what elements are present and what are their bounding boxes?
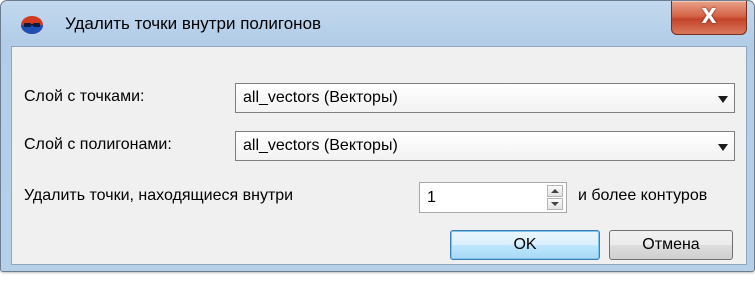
contour-count-spinbox[interactable]: 1 xyxy=(419,182,567,213)
ok-button[interactable]: OK xyxy=(450,230,600,260)
window-title: Удалить точки внутри полигонов xyxy=(65,14,322,33)
delete-points-label: Удалить точки, находящиеся внутри xyxy=(24,187,294,204)
spinbox-buttons xyxy=(547,185,564,210)
cancel-button[interactable]: Отмена xyxy=(609,230,733,260)
app-logo-icon xyxy=(21,16,43,34)
points-layer-label: Слой с точками: xyxy=(24,88,145,105)
contours-suffix-label: и более контуров xyxy=(578,187,708,204)
chevron-down-icon xyxy=(718,96,728,103)
close-button[interactable]: X xyxy=(671,1,747,35)
polygons-layer-dropdown[interactable]: all_vectors (Векторы) xyxy=(235,131,735,161)
points-layer-value: all_vectors (Векторы) xyxy=(243,89,398,106)
polygons-layer-value: all_vectors (Векторы) xyxy=(243,137,398,154)
chevron-down-icon xyxy=(718,144,728,151)
dialog-body: Слой с точками: all_vectors (Векторы) Сл… xyxy=(11,46,747,265)
points-layer-dropdown[interactable]: all_vectors (Векторы) xyxy=(235,83,735,113)
polygons-layer-label: Слой с полигонами: xyxy=(24,136,172,153)
spin-down-icon[interactable] xyxy=(547,198,563,210)
dialog-window: Удалить точки внутри полигонов X Слой с … xyxy=(0,0,755,272)
contour-count-value: 1 xyxy=(427,189,436,206)
title-bar[interactable]: Удалить точки внутри полигонов X xyxy=(1,1,754,41)
close-icon: X xyxy=(701,4,717,28)
spin-up-icon[interactable] xyxy=(547,185,563,197)
